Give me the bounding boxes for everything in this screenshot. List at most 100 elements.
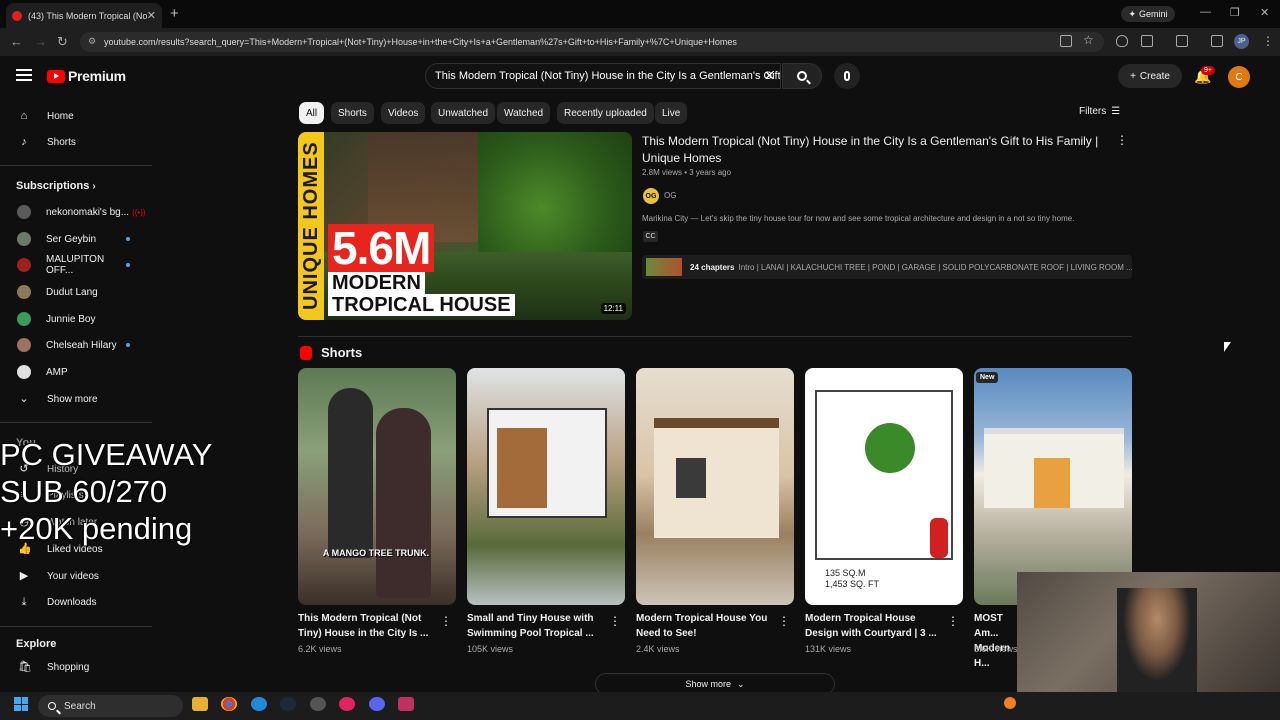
sidebar-item-shorts[interactable]: ♪ Shorts bbox=[0, 129, 150, 155]
extensions-icon[interactable] bbox=[1141, 35, 1153, 47]
sidebar-item-downloads[interactable]: ⤓ Downloads bbox=[0, 589, 150, 615]
browser-tab[interactable]: (43) This Modern Tropical (Not ✕ bbox=[6, 3, 162, 28]
main-video-title[interactable]: This Modern Tropical (Not Tiny) House in… bbox=[642, 133, 1112, 167]
sidebar-item-label: Shopping bbox=[47, 661, 90, 673]
tab-search-icon[interactable] bbox=[1211, 35, 1223, 47]
minimize-icon[interactable]: — bbox=[1200, 6, 1211, 18]
short-thumbnail[interactable] bbox=[974, 368, 1132, 605]
show-more-subscriptions[interactable]: ⌄ Show more bbox=[0, 386, 150, 412]
short-thumbnail[interactable] bbox=[636, 368, 794, 605]
media-player-icon[interactable] bbox=[339, 697, 355, 711]
chip-watched[interactable]: Watched bbox=[497, 102, 551, 124]
chip-videos[interactable]: Videos bbox=[381, 102, 426, 124]
short-thumbnail[interactable]: A MANGO TREE TRUNK. bbox=[298, 368, 456, 605]
channel-avatar[interactable]: OG bbox=[643, 188, 659, 204]
subscription-label: MALUPITON OFF... bbox=[46, 254, 105, 276]
close-tab-icon[interactable]: ✕ bbox=[147, 9, 156, 22]
chapters-bar[interactable]: 24 chapters Intro | LANAI | KALACHUCHI T… bbox=[642, 255, 1132, 279]
edge-icon[interactable] bbox=[251, 697, 267, 711]
taskbar-search[interactable]: Search bbox=[38, 695, 183, 717]
download-icon: ⤓ bbox=[21, 596, 27, 608]
sidebar-divider bbox=[0, 422, 152, 423]
restore-icon[interactable]: ❐ bbox=[1230, 6, 1240, 19]
subscription-item[interactable]: Junnie Boy bbox=[0, 306, 150, 332]
profile-avatar[interactable]: JP bbox=[1234, 34, 1249, 49]
hamburger-menu-icon[interactable] bbox=[16, 69, 32, 81]
subscription-item[interactable]: Dudut Lang bbox=[0, 279, 150, 305]
subscription-item[interactable]: Ser Geybin bbox=[0, 226, 150, 252]
explore-heading: Explore bbox=[16, 638, 57, 650]
more-actions-icon[interactable]: ⋮ bbox=[778, 614, 790, 628]
short-caption: A MANGO TREE TRUNK. bbox=[322, 548, 430, 558]
chip-live[interactable]: Live bbox=[655, 102, 688, 124]
chip-all[interactable]: All bbox=[299, 102, 325, 124]
url-field[interactable]: youtube.com/results?search_query=This+Mo… bbox=[80, 32, 1104, 52]
split-view-icon[interactable] bbox=[1176, 35, 1188, 47]
bookmark-star-icon[interactable]: ☆ bbox=[1083, 33, 1094, 47]
obs-icon[interactable] bbox=[310, 697, 326, 711]
short-title[interactable]: Modern Tropical House You Need to See! bbox=[636, 611, 776, 641]
subscriptions-heading[interactable]: Subscriptions › bbox=[16, 180, 96, 192]
short-thumbnail[interactable] bbox=[467, 368, 625, 605]
thumbnail-text: MODERN bbox=[328, 272, 425, 294]
search-button[interactable] bbox=[782, 63, 822, 89]
sidebar-item-your-videos[interactable]: ▶ Your videos bbox=[0, 563, 150, 589]
live-icon: ((•)) bbox=[132, 207, 146, 217]
steam-icon[interactable] bbox=[280, 697, 296, 711]
close-window-icon[interactable]: ✕ bbox=[1260, 6, 1269, 19]
channel-name[interactable]: OG bbox=[664, 191, 676, 200]
voice-search-button[interactable] bbox=[834, 63, 860, 89]
home-icon: ⌂ bbox=[20, 110, 28, 122]
windows-start-icon[interactable] bbox=[14, 697, 28, 711]
channel-avatar bbox=[17, 338, 31, 352]
reload-icon[interactable]: ↻ bbox=[57, 34, 68, 50]
create-button[interactable]: + Create bbox=[1118, 64, 1182, 88]
install-icon[interactable] bbox=[1060, 35, 1072, 47]
chevron-down-icon: ⌄ bbox=[736, 678, 745, 689]
streamer-image bbox=[1117, 588, 1197, 692]
thumbnail-text: TROPICAL HOUSE bbox=[328, 294, 515, 316]
shield-icon[interactable] bbox=[1116, 35, 1128, 47]
file-explorer-icon[interactable] bbox=[192, 697, 208, 711]
browser-menu-icon[interactable]: ⋮ bbox=[1262, 34, 1274, 48]
chip-shorts[interactable]: Shorts bbox=[331, 102, 374, 124]
overlay-line: PC GIVEAWAY bbox=[0, 437, 213, 472]
short-thumbnail[interactable]: 135 SQ.M 1,453 SQ. FT bbox=[805, 368, 963, 605]
sidebar-item-home[interactable]: ⌂ Home bbox=[0, 103, 150, 129]
discord-icon[interactable] bbox=[369, 697, 385, 711]
subscription-item[interactable]: AMP bbox=[0, 359, 150, 385]
back-icon[interactable]: ← bbox=[10, 34, 23, 49]
app-icon[interactable] bbox=[398, 697, 414, 711]
account-avatar[interactable]: C bbox=[1228, 66, 1250, 88]
new-tab-button[interactable]: + bbox=[170, 5, 179, 22]
plus-icon: + bbox=[1130, 70, 1136, 82]
more-actions-icon[interactable]: ⋮ bbox=[947, 614, 959, 628]
thumbnail-side-text: UNIQUE HOMES bbox=[298, 132, 324, 320]
clear-search-icon[interactable]: ✕ bbox=[764, 68, 775, 84]
youtube-logo[interactable]: Premium bbox=[47, 68, 126, 84]
chevron-down-icon: ⌄ bbox=[19, 393, 29, 405]
short-title[interactable]: Small and Tiny House with Swimming Pool … bbox=[467, 611, 607, 641]
subscription-item[interactable]: MALUPITON OFF... bbox=[0, 252, 150, 278]
chrome-icon[interactable] bbox=[221, 697, 237, 711]
site-info-icon[interactable]: ⚙ bbox=[88, 36, 96, 47]
subscription-item[interactable]: Chelseah Hilary bbox=[0, 332, 150, 358]
main-video-thumbnail[interactable]: UNIQUE HOMES 5.6M MODERN TROPICAL HOUSE … bbox=[298, 132, 632, 320]
more-actions-icon[interactable]: ⋮ bbox=[440, 614, 452, 628]
tab-title: (43) This Modern Tropical (Not bbox=[28, 10, 147, 21]
short-title[interactable]: This Modern Tropical (Not Tiny) House in… bbox=[298, 611, 438, 641]
sidebar-divider bbox=[0, 626, 152, 627]
gemini-button[interactable]: ✦ Gemini bbox=[1121, 6, 1175, 22]
chip-recently-uploaded[interactable]: Recently uploaded bbox=[557, 102, 654, 124]
forward-icon[interactable]: → bbox=[34, 34, 47, 49]
shorts-icon: ♪ bbox=[21, 136, 27, 148]
sidebar-item-shopping[interactable]: 🛍 Shopping bbox=[0, 654, 150, 680]
short-title[interactable]: Modern Tropical House Design with Courty… bbox=[805, 611, 945, 641]
tray-icon[interactable] bbox=[1004, 697, 1016, 709]
search-input[interactable]: This Modern Tropical (Not Tiny) House in… bbox=[425, 63, 781, 89]
filters-button[interactable]: Filters ☰ bbox=[1079, 106, 1120, 117]
subscription-item[interactable]: nekonomaki's bg... ((•)) bbox=[0, 199, 150, 225]
more-actions-icon[interactable]: ⋮ bbox=[1116, 133, 1128, 147]
chip-unwatched[interactable]: Unwatched bbox=[431, 102, 496, 124]
more-actions-icon[interactable]: ⋮ bbox=[609, 614, 621, 628]
